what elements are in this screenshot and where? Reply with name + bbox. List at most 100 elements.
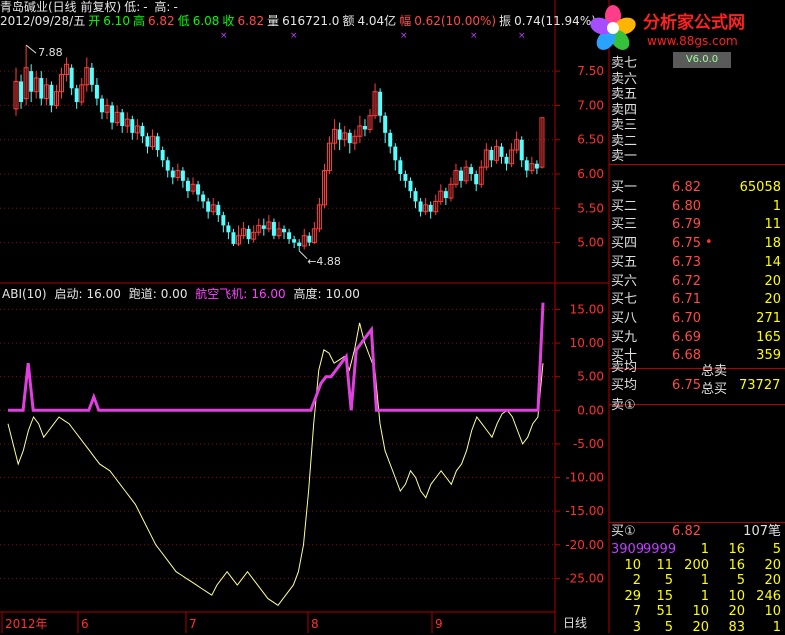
series-line-magenta — [8, 302, 545, 412]
candle-body — [282, 228, 287, 233]
order-label: 卖二 — [611, 133, 638, 149]
order-label: 买九 — [611, 329, 638, 345]
low-label: 低: — [124, 0, 141, 14]
queue-cell: 5 — [736, 573, 745, 588]
sell-queue-row[interactable]: 卖① — [611, 398, 783, 413]
candle-body — [378, 91, 383, 116]
order-price: 6.69 — [672, 329, 701, 345]
order-row-sell[interactable]: 卖四 — [611, 103, 783, 118]
order-price: 6.72 — [672, 273, 701, 289]
order-book-panel: 卖七 卖六 卖五 卖四 卖三 卖二 卖一买一 6.82 65058 买二 6.80 1 买三 6.79 11… — [609, 56, 785, 635]
series-line-yellow — [7, 322, 544, 606]
order-row-buy[interactable]: 买九 6.69 165 — [611, 330, 783, 345]
candle-body — [145, 136, 150, 147]
candle-body — [89, 67, 94, 85]
y-tick-label: 5.50 — [577, 201, 604, 215]
buy-queue-row[interactable]: 买① 6.82 107笔 — [611, 524, 783, 539]
queue-cell: 15 — [656, 588, 673, 604]
candle-body — [489, 150, 494, 161]
candle-body — [155, 136, 160, 150]
order-price: 6.82 — [672, 524, 701, 539]
order-row-buy[interactable]: 买七 6.71 20 — [611, 292, 783, 307]
date-line: 2012/09/28/五 — [0, 14, 86, 28]
candle-body — [271, 222, 276, 236]
queue-cell: 16 — [728, 542, 745, 557]
y-tick-label: 10.00 — [570, 336, 604, 350]
candle-body — [459, 170, 464, 181]
order-price: 6.71 — [672, 292, 701, 308]
order-volume: 107笔 — [743, 524, 781, 539]
order-row-sell[interactable]: 卖五 — [611, 87, 783, 102]
stock-header: 青岛碱业(日线 前复权) 低: - 高: - 2012/09/28/五开 6.10 高 6.… — [0, 0, 596, 28]
x-tick-label: 9 — [435, 617, 443, 631]
candle-body — [201, 194, 206, 202]
queue-cell: 5 — [664, 573, 673, 588]
indicator-item-value: 10.00 — [325, 287, 360, 301]
order-row-sell[interactable]: 卖六 — [611, 72, 783, 87]
indicator-item-label: 启动: — [54, 287, 83, 301]
panel-divider — [609, 522, 785, 523]
candle-body — [383, 115, 388, 133]
amp-label: 振 — [499, 14, 512, 28]
candle-body — [337, 129, 342, 140]
order-volume: 14 — [764, 254, 781, 270]
y-tick-label: -25.00 — [565, 571, 604, 585]
indicator-item-label: 高度: — [293, 287, 322, 301]
candle-body — [469, 167, 474, 174]
candle-body — [120, 112, 125, 126]
low-mark-label: ←4.88 — [307, 255, 341, 268]
queue-cell: 3909 — [611, 542, 645, 557]
order-row-buy[interactable]: 买六 6.72 20 — [611, 274, 783, 289]
order-label: 买均 — [611, 378, 638, 393]
queue-cell: 29 — [624, 588, 641, 604]
queue-cell: 1 — [700, 542, 709, 557]
candle-body — [69, 67, 74, 89]
high-value: - — [173, 0, 178, 14]
candle-body — [74, 88, 79, 102]
signal-marker: × — [470, 31, 478, 41]
candle-body — [261, 225, 266, 229]
order-price: 6.70 — [672, 310, 701, 326]
order-label: 买四 — [611, 236, 638, 252]
order-row-sell[interactable]: 卖一 — [611, 149, 783, 164]
y-tick-label: -5.00 — [573, 437, 604, 451]
period-label[interactable]: 日线 — [563, 614, 587, 631]
order-volume: 165 — [756, 329, 781, 345]
queue-cell: 2 — [632, 573, 641, 588]
sell-avg-row[interactable]: 卖均 — [611, 360, 783, 375]
order-row-sell[interactable]: 卖七 — [611, 56, 783, 71]
x-tick-label: 2012年 — [5, 617, 48, 631]
candle-body — [185, 180, 190, 192]
order-label: 买一 — [611, 180, 638, 195]
candle-body — [216, 204, 221, 216]
signal-marker: × — [220, 31, 228, 41]
amp-value: 0.74(11.94%) — [514, 14, 596, 28]
y-tick-label: -10.00 — [565, 471, 604, 485]
order-row-buy[interactable]: 买八 6.70 271 — [611, 311, 783, 326]
order-row-buy[interactable]: 买五 6.73 14 — [611, 255, 783, 270]
order-label: 卖四 — [611, 102, 638, 118]
candle-body — [180, 170, 185, 181]
low2-value: 6.08 — [192, 14, 220, 28]
queue-cell: 10 — [728, 588, 745, 604]
order-row-sell[interactable]: 卖二 — [611, 134, 783, 149]
order-label: 卖① — [611, 398, 636, 413]
change-label: 幅 — [399, 14, 412, 28]
queue-cell: 11 — [656, 557, 673, 573]
order-row-buy[interactable]: 买一 6.82 65058 — [611, 180, 783, 195]
y-tick-label: 0.00 — [577, 403, 604, 417]
candle-body — [519, 139, 524, 161]
x-tick-label: 8 — [311, 617, 319, 631]
candle-body — [418, 201, 423, 212]
queue-cell: 10 — [624, 557, 641, 573]
order-volume: 20 — [764, 292, 781, 308]
queue-cell: 1 — [700, 588, 709, 604]
order-row-buy[interactable]: 买三 6.79 11 — [611, 217, 783, 232]
candle-body — [94, 84, 99, 99]
order-row-buy[interactable]: 买四 6.75 18 — [611, 236, 783, 251]
candle-body — [170, 170, 175, 178]
candle-body — [362, 126, 367, 130]
order-row-sell[interactable]: 卖三 — [611, 118, 783, 133]
order-row-buy[interactable]: 买二 6.80 1 — [611, 199, 783, 214]
volume-value: 616721.0 — [282, 14, 340, 28]
